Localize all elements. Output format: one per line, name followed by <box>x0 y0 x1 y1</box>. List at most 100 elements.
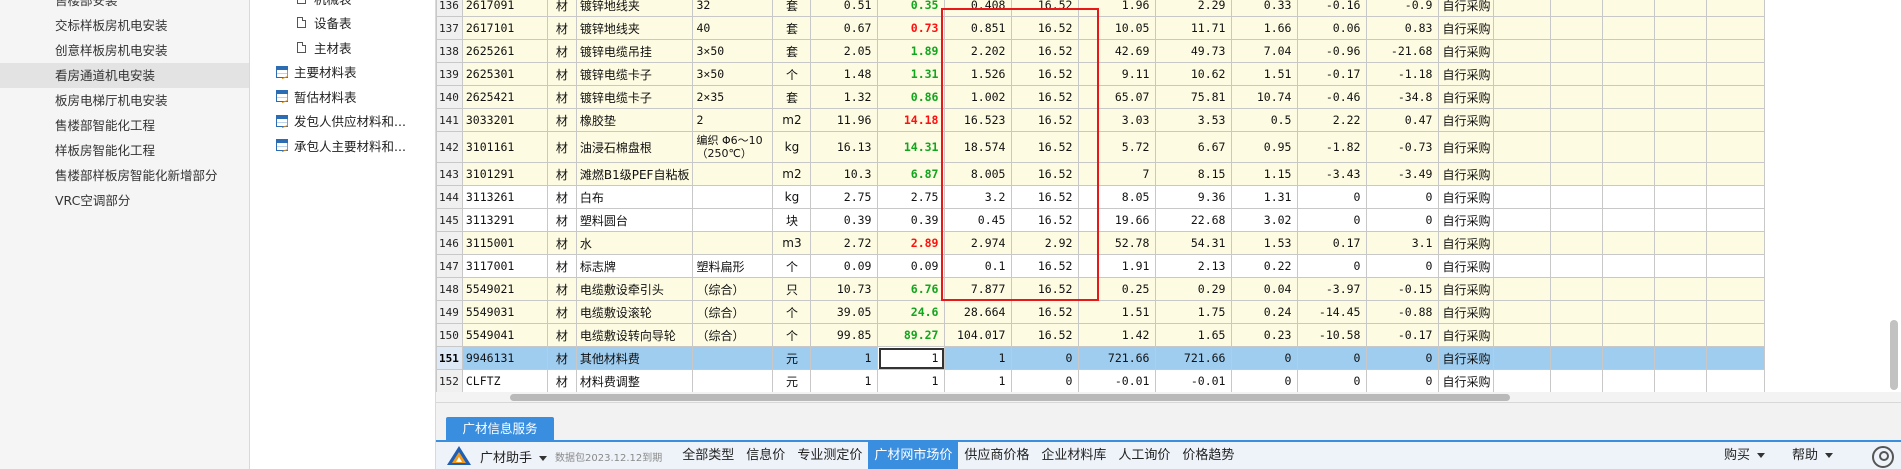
service-tab[interactable]: 广材信息服务 <box>446 417 554 440</box>
table-row[interactable]: 148 5549021 材电缆敷设牵引头 （综合）只 10.73 6.76 7.877 16.… <box>436 277 1766 301</box>
total-cell: 18.574 <box>944 131 1013 163</box>
price-source-tab[interactable]: 广材网市场价 <box>868 442 959 469</box>
market-price-cell[interactable]: 24.6 <box>877 300 946 324</box>
report-tree-item[interactable]: 主要材料表 <box>250 60 435 85</box>
empty-cell <box>1706 39 1766 63</box>
market-price-cell[interactable]: 14.31 <box>877 131 946 163</box>
table-row[interactable]: 143 3101291 材滩燃B1级PEF自粘板 m2 10.3 6.87 8.005 16.… <box>436 162 1766 186</box>
table-row[interactable]: 136 2617091 材镀锌地线夹 32 套 0.51 0.35 0.408 16.52 1.9… <box>436 0 1766 17</box>
report-tree-item[interactable]: 发包人供应材料和... <box>250 109 435 134</box>
empty-cell <box>1602 300 1656 324</box>
market-price-cell[interactable]: 0.35 <box>877 0 946 17</box>
code-cell: 2625261 <box>461 39 548 63</box>
empty-cell <box>1706 300 1766 324</box>
tax-rate-cell: 16.52 <box>1011 162 1080 186</box>
project-tree-item[interactable]: 板房电梯厅机电安装 <box>0 88 249 113</box>
price-source-tab[interactable]: 专业测定价 <box>791 442 868 469</box>
price-source-tab[interactable]: 企业材料库 <box>1035 442 1112 469</box>
market-price-cell[interactable]: 6.76 <box>877 277 946 301</box>
table-row[interactable]: 145 3113291 材塑料圆台块 0.39 0.39 0.45 16.52 19.66 22… <box>436 208 1766 232</box>
empty-cell <box>1706 162 1766 186</box>
assistant-menu[interactable]: 广材助手 <box>480 447 548 466</box>
tax-rate-cell: 16.52 <box>1011 208 1080 232</box>
value-cell: 2.13 <box>1155 254 1233 278</box>
project-tree-item[interactable]: 售楼部安装 <box>0 0 249 13</box>
market-price-cell[interactable]: 89.27 <box>877 323 946 347</box>
market-price-cell[interactable]: 1.89 <box>877 39 946 63</box>
project-tree-item[interactable]: VRC空调部分 <box>0 188 249 213</box>
project-tree-item[interactable]: 售楼部智能化工程 <box>0 113 249 138</box>
project-tree-item[interactable]: 创意样板房机电安装 <box>0 38 249 63</box>
value-cell: 5.72 <box>1078 131 1157 163</box>
project-tree-item[interactable]: 交标样板房机电安装 <box>0 13 249 38</box>
table-row[interactable]: 149 5549031 材电缆敷设滚轮 （综合）个 39.05 24.6 28.664 16.… <box>436 300 1766 324</box>
row-number-cell: 146 <box>436 231 463 255</box>
market-price-cell[interactable]: 0.39 <box>877 208 946 232</box>
table-row[interactable]: 150 5549041 材电缆敷设转向导轮 （综合）个 99.85 89.27 104.01… <box>436 323 1766 347</box>
report-tree-item[interactable]: 承包人主要材料和... <box>250 133 435 158</box>
project-tree-item[interactable]: 售楼部样板房智能化新增部分 <box>0 163 249 188</box>
report-tree-item[interactable]: 主材表 <box>250 35 435 60</box>
row-number-cell: 142 <box>436 131 463 163</box>
empty-cell <box>1602 185 1656 209</box>
unit-cell: m3 <box>772 231 812 255</box>
value-cell: 54.31 <box>1155 231 1233 255</box>
table-row[interactable]: 147 3117001 材标志牌 塑料扁形个 0.09 0.09 0.1 16.52 1.91 2… <box>436 254 1766 278</box>
report-tree-item[interactable]: 设备表 <box>250 11 435 36</box>
row-number-cell: 143 <box>436 162 463 186</box>
market-price-cell[interactable]: 6.87 <box>877 162 946 186</box>
market-price-cell[interactable]: 1 <box>877 369 946 393</box>
table-row[interactable]: 146 3115001 材水 m3 2.72 2.89 2.974 2.92 52.78 54.3… <box>436 231 1766 255</box>
empty-cell <box>1493 39 1552 63</box>
supply-source-cell: 自行采购 <box>1438 39 1495 63</box>
horizontal-scrollbar[interactable] <box>436 392 1901 402</box>
price-source-tab[interactable]: 全部类型 <box>676 442 740 469</box>
supply-source-cell: 自行采购 <box>1438 85 1495 109</box>
type-cell: 材 <box>546 16 577 40</box>
difference-cell: -14.45 <box>1297 300 1368 324</box>
price-source-tab[interactable]: 供应商价格 <box>958 442 1035 469</box>
user-avatar-icon[interactable] <box>1872 446 1894 468</box>
value-cell: 3.53 <box>1155 108 1233 132</box>
table-row[interactable]: 141 3033201 材橡胶垫 2 m2 11.96 14.18 16.523 16.52 3.… <box>436 108 1766 132</box>
table-row[interactable]: 140 2625421 材镀锌电缆卡子 2×35 套 1.32 0.86 1.002 16.52… <box>436 85 1766 109</box>
empty-cell <box>1493 346 1552 370</box>
market-price-cell[interactable]: 2.89 <box>877 231 946 255</box>
difference-cell: -1.82 <box>1297 131 1368 163</box>
market-price-cell[interactable]: 0.09 <box>877 254 946 278</box>
project-tree-item[interactable]: 样板房智能化工程 <box>0 138 249 163</box>
vertical-scrollbar-thumb[interactable] <box>1890 320 1898 390</box>
market-price-cell[interactable]: 14.18 <box>877 108 946 132</box>
price-source-tab[interactable]: 人工询价 <box>1112 442 1176 469</box>
price-source-tab[interactable]: 价格趋势 <box>1176 442 1240 469</box>
market-price-cell[interactable]: 1 <box>877 346 946 370</box>
table-row[interactable]: 152 CLFTZ 材材料费调整元 1 1 1 0 -0.01 -0.01 0 0 0 自行采购 <box>436 369 1766 393</box>
report-tree-item[interactable]: 机械表 <box>250 0 435 11</box>
help-menu[interactable]: 帮助 <box>1792 442 1834 469</box>
code-cell: 5549031 <box>461 300 548 324</box>
material-grid: 136 2617091 材镀锌地线夹 32 套 0.51 0.35 0.408 16.52 1.9… <box>436 0 1901 402</box>
value-cell: 1.51 <box>1231 62 1299 86</box>
empty-cell <box>1654 162 1708 186</box>
market-price-cell[interactable]: 1.31 <box>877 62 946 86</box>
table-row[interactable]: 142 3101161 材油浸石棉盘根 编织 Φ6～10（250℃） kg 16.13 14… <box>436 131 1766 163</box>
market-price-cell[interactable]: 0.86 <box>877 85 946 109</box>
type-cell: 材 <box>546 162 577 186</box>
scrollbar-thumb[interactable] <box>510 394 1510 401</box>
project-tree-item[interactable]: 看房通道机电安装 <box>0 63 249 88</box>
market-price-cell[interactable]: 0.73 <box>877 16 946 40</box>
table-row[interactable]: 137 2617101 材镀锌地线夹 40 套 0.67 0.73 0.851 16.52 10.… <box>436 16 1766 40</box>
market-price-cell[interactable]: 2.75 <box>877 185 946 209</box>
buy-menu[interactable]: 购买 <box>1724 442 1766 469</box>
table-row[interactable]: 144 3113261 材白布 kg 2.75 2.75 3.2 16.52 8.05 9.36 1… <box>436 185 1766 209</box>
empty-cell <box>1602 346 1656 370</box>
row-number-cell: 150 <box>436 323 463 347</box>
table-row[interactable]: 139 2625301 材镀锌电缆卡子 3×50 个 1.48 1.31 1.526 16.52… <box>436 62 1766 86</box>
name-cell: 镀锌电缆卡子 <box>575 85 694 109</box>
value-cell: 1.75 <box>1155 300 1233 324</box>
supply-source-cell: 自行采购 <box>1438 300 1495 324</box>
price-source-tab[interactable]: 信息价 <box>740 442 791 469</box>
table-row[interactable]: 138 2625261 材镀锌电缆吊挂 3×50 套 2.05 1.89 2.202 16.52… <box>436 39 1766 63</box>
table-row[interactable]: 151 9946131 材其他材料费元 1 1 1 0 721.66 721.66 0 0 0 自行采购 <box>436 346 1766 370</box>
report-tree-item[interactable]: 暂估材料表 <box>250 84 435 109</box>
